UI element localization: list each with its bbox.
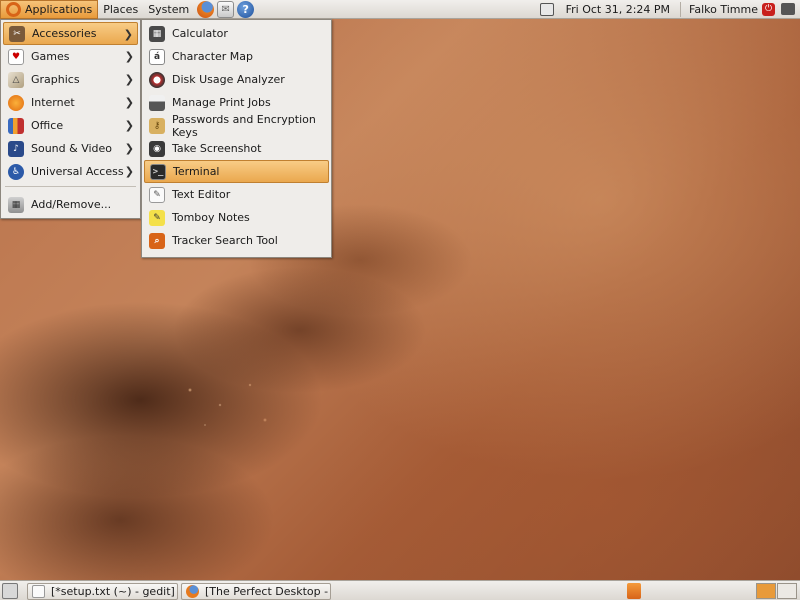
accessories-icon: ✂ <box>9 25 25 42</box>
tomboy-notes-icon: ✎ <box>149 209 165 226</box>
system-menu[interactable]: System <box>143 0 194 19</box>
menu-item-label: Tomboy Notes <box>172 211 250 224</box>
network-icon[interactable] <box>539 2 554 16</box>
keys-icon: ⚷ <box>149 117 165 134</box>
universal-access-icon: ♿ <box>8 163 24 180</box>
games-icon: ♥ <box>8 48 24 65</box>
menu-item-label: Terminal <box>173 165 220 178</box>
chevron-right-icon: ❯ <box>124 96 134 109</box>
panel-right-area: Fri Oct 31, 2:24 PM Falko Timme ⏻ <box>539 0 800 19</box>
wallpaper-speckle <box>170 370 290 450</box>
ubuntu-logo-icon <box>6 1 21 17</box>
menu-item-label: Disk Usage Analyzer <box>172 73 285 86</box>
menu-item-tracker-search-tool[interactable]: ⌕ Tracker Search Tool <box>144 229 329 252</box>
chevron-right-icon: ❯ <box>124 119 134 132</box>
help-icon[interactable]: ? <box>237 0 255 18</box>
monitor-icon[interactable] <box>781 3 795 15</box>
menu-item-label: Take Screenshot <box>172 142 262 155</box>
menu-item-label: Passwords and Encryption Keys <box>172 112 316 139</box>
bottom-panel: [*setup.txt (~) - gedit] [The Perfect De… <box>0 580 800 600</box>
menu-item-passwords-encryption-keys[interactable]: ⚷ Passwords and Encryption Keys <box>144 112 329 139</box>
menu-item-add-remove[interactable]: ▦ Add/Remove... <box>3 193 138 216</box>
menu-item-tomboy-notes[interactable]: ✎ Tomboy Notes <box>144 206 329 229</box>
menu-item-label: Calculator <box>172 27 228 40</box>
panel-separator <box>680 1 682 17</box>
menu-item-accessories[interactable]: ✂ Accessories ❯ <box>3 22 138 45</box>
user-switcher[interactable]: Falko Timme <box>685 3 762 16</box>
menu-item-universal-access[interactable]: ♿ Universal Access ❯ <box>3 160 138 183</box>
menu-item-label: Games <box>31 50 70 63</box>
printer-icon <box>149 94 165 111</box>
taskbar-item-label: [The Perfect Desktop - ... <box>205 585 331 598</box>
places-menu[interactable]: Places <box>98 0 143 19</box>
taskbar-item-firefox[interactable]: [The Perfect Desktop - ... <box>181 583 331 600</box>
trash-icon[interactable] <box>627 583 641 599</box>
menu-item-games[interactable]: ♥ Games ❯ <box>3 45 138 68</box>
sound-video-icon: ♪ <box>8 140 24 157</box>
menu-item-label: Office <box>31 119 64 132</box>
menu-item-label: Text Editor <box>172 188 231 201</box>
disk-usage-icon <box>149 71 165 88</box>
menu-item-terminal[interactable]: >_ Terminal <box>144 160 329 183</box>
workspace-2[interactable] <box>777 583 797 599</box>
applications-dropdown: ✂ Accessories ❯ ♥ Games ❯ △ Graphics ❯ I… <box>0 19 141 219</box>
menu-item-label: Add/Remove... <box>31 198 112 211</box>
menu-item-disk-usage-analyzer[interactable]: Disk Usage Analyzer <box>144 68 329 91</box>
text-editor-icon: ✎ <box>149 186 165 203</box>
menu-item-label: Graphics <box>31 73 80 86</box>
firefox-icon <box>186 585 199 598</box>
menu-item-label: Character Map <box>172 50 254 63</box>
character-map-icon: á <box>149 48 165 65</box>
menu-item-label: Tracker Search Tool <box>172 234 278 247</box>
menu-item-take-screenshot[interactable]: ◉ Take Screenshot <box>144 137 329 160</box>
applications-menu-label: Applications <box>25 2 93 16</box>
internet-icon <box>8 94 24 111</box>
accessories-submenu: ▦ Calculator á Character Map Disk Usage … <box>141 19 332 258</box>
office-icon <box>8 117 24 134</box>
show-desktop-icon[interactable] <box>2 583 18 599</box>
top-panel: Applications Places System ✉ ? Fri Oct 3… <box>0 0 800 19</box>
menu-separator <box>5 186 136 187</box>
menu-item-internet[interactable]: Internet ❯ <box>3 91 138 114</box>
menu-item-label: Accessories <box>32 27 97 40</box>
applications-menu[interactable]: Applications <box>0 0 99 19</box>
system-menu-label: System <box>148 2 190 16</box>
menu-item-label: Internet <box>31 96 75 109</box>
workspace-1[interactable] <box>756 583 776 599</box>
terminal-icon: >_ <box>150 163 166 180</box>
clock[interactable]: Fri Oct 31, 2:24 PM <box>560 3 676 16</box>
taskbar-item-gedit[interactable]: [*setup.txt (~) - gedit] <box>27 583 178 600</box>
mail-icon[interactable]: ✉ <box>217 0 235 18</box>
firefox-icon[interactable] <box>197 0 215 18</box>
chevron-right-icon: ❯ <box>124 142 134 155</box>
chevron-right-icon: ❯ <box>124 50 134 63</box>
camera-icon: ◉ <box>149 140 165 157</box>
menu-item-label: Manage Print Jobs <box>172 96 271 109</box>
chevron-right-icon: ❯ <box>124 165 134 178</box>
chevron-right-icon: ❯ <box>124 73 134 86</box>
menu-item-sound-video[interactable]: ♪ Sound & Video ❯ <box>3 137 138 160</box>
chevron-right-icon: ❯ <box>123 28 133 41</box>
menu-item-calculator[interactable]: ▦ Calculator <box>144 22 329 45</box>
tracker-search-icon: ⌕ <box>149 232 165 249</box>
menu-item-text-editor[interactable]: ✎ Text Editor <box>144 183 329 206</box>
menu-item-character-map[interactable]: á Character Map <box>144 45 329 68</box>
add-remove-icon: ▦ <box>8 196 24 213</box>
taskbar-item-label: [*setup.txt (~) - gedit] <box>51 585 175 598</box>
places-menu-label: Places <box>103 2 139 16</box>
menu-item-label: Universal Access <box>31 165 124 178</box>
menu-item-manage-print-jobs[interactable]: Manage Print Jobs <box>144 91 329 114</box>
menu-item-graphics[interactable]: △ Graphics ❯ <box>3 68 138 91</box>
calculator-icon: ▦ <box>149 25 165 42</box>
graphics-icon: △ <box>8 71 24 88</box>
power-icon[interactable]: ⏻ <box>762 2 775 16</box>
gedit-icon <box>32 585 45 598</box>
menu-item-office[interactable]: Office ❯ <box>3 114 138 137</box>
menu-item-label: Sound & Video <box>31 142 113 155</box>
